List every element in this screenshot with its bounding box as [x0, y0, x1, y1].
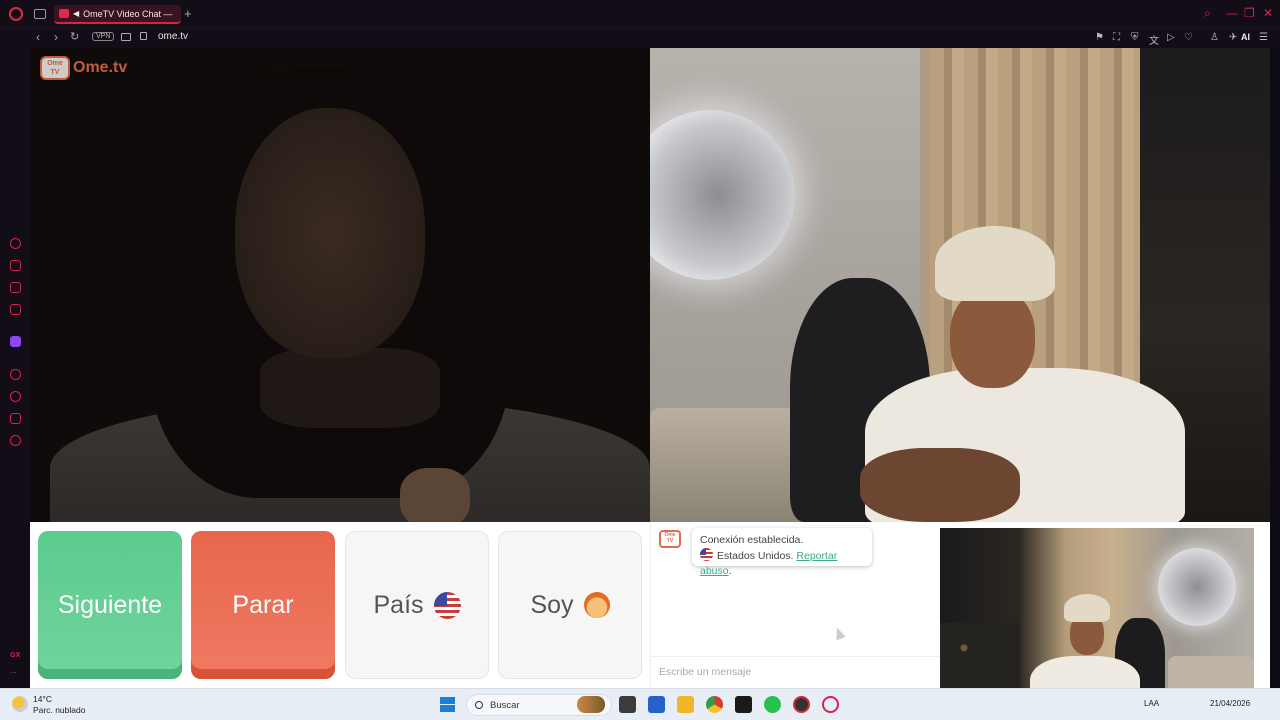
heart-icon[interactable]: ♡	[1184, 32, 1193, 43]
video-person-arm	[860, 448, 1020, 522]
menu-icon[interactable]: ☰	[1259, 32, 1268, 43]
temperature: 14°C	[33, 694, 52, 704]
bird-widget-icon	[577, 696, 605, 713]
translate-icon[interactable]: 文	[1149, 32, 1159, 47]
url-text[interactable]: ome.tv	[158, 31, 188, 42]
windows-taskbar: 14°C Parc. nublado Buscar LAA 21/04/2026	[0, 688, 1280, 720]
new-tab-button[interactable]: +	[184, 6, 192, 21]
browser-titlebar: ◀ OmeTV Video Chat — + ⌕ — ❐ ✕	[0, 0, 1280, 28]
whatsapp-icon[interactable]	[764, 696, 781, 713]
pinboard-icon[interactable]	[10, 413, 21, 424]
partner-country: Estados Unidos. Reportar abuso.	[700, 548, 864, 579]
next-button-label: Siguiente	[57, 590, 163, 619]
settings-icon[interactable]	[10, 435, 21, 446]
tab-ometv[interactable]: ◀ OmeTV Video Chat —	[54, 5, 181, 24]
country-name: Estados Unidos.	[717, 550, 794, 562]
video-neck	[260, 348, 440, 428]
connection-status: Conexión establecida.	[700, 534, 804, 546]
address-bar: ‹ › ↻ VPN ome.tv ⚑ ⛶ ⛨ 文 ▷ ♡ ♙ ✈ AI ☰	[0, 28, 1280, 48]
gx-corner-icon[interactable]	[10, 304, 21, 315]
ometv-tv-icon: Ome TV	[40, 56, 70, 80]
reload-icon[interactable]: ↻	[70, 30, 79, 43]
weather-widget[interactable]: 14°C Parc. nublado	[33, 694, 85, 716]
report-suffix: .	[728, 565, 732, 577]
task-view-icon[interactable]	[619, 696, 636, 713]
ometv-logo: Ome TV Ome.tv	[40, 56, 127, 80]
mouse-cursor-icon	[832, 625, 846, 641]
restore-icon[interactable]: ❐	[1244, 6, 1255, 20]
gx-label[interactable]: GX	[10, 652, 20, 659]
own-video-large	[650, 48, 1270, 522]
forward-icon[interactable]: ›	[54, 30, 58, 44]
ometv-wordmark: Ome.tv	[73, 59, 128, 76]
sidebar: GX ···	[0, 48, 30, 688]
adblock-icon[interactable]: ⛨	[1131, 32, 1139, 43]
speed-dial-icon[interactable]	[10, 238, 21, 249]
video-person-cap	[935, 226, 1055, 301]
system-message: Conexión establecida. Estados Unidos. Re…	[692, 528, 872, 577]
gx-control-icon[interactable]	[10, 260, 21, 271]
chat-ometv-icon: Ome TV	[659, 530, 681, 548]
chat-panel: Ome TV Conexión establecida. Estados Uni…	[650, 522, 941, 688]
boy-emoji-icon	[583, 592, 610, 618]
app-notify-icon[interactable]	[793, 696, 810, 713]
message-input[interactable]: Escribe un mensaje	[651, 656, 941, 688]
country-button[interactable]: País	[345, 531, 489, 679]
profile-icon[interactable]: ♙	[1210, 32, 1219, 43]
snapshot-icon[interactable]: ⛶	[1113, 32, 1120, 43]
windows-start-icon[interactable]	[440, 697, 455, 712]
gender-button[interactable]: Soy	[498, 531, 642, 679]
stop-button[interactable]: Parar	[191, 531, 335, 679]
speaker-icon[interactable]: ◀	[73, 9, 79, 18]
more-sidebar-icon[interactable]: ···	[10, 670, 17, 677]
camera-icon[interactable]	[121, 33, 131, 41]
bookmark-icon[interactable]: ⚑	[1095, 32, 1104, 43]
app-a-icon[interactable]	[735, 696, 752, 713]
search-tabs-icon[interactable]: ⌕	[1204, 6, 1211, 21]
ometv-page: Ome TV Ome.tv Siguiente Parar País Soy O…	[30, 48, 1270, 706]
stop-button-label: Parar	[232, 590, 294, 619]
video-shirt-print	[400, 468, 470, 522]
control-panel: Siguiente Parar País Soy	[30, 522, 650, 688]
minimize-icon[interactable]: —	[1226, 6, 1238, 20]
gender-button-label: Soy	[530, 590, 574, 619]
clock-date[interactable]: 21/04/2026	[1210, 699, 1250, 708]
vpn-badge[interactable]: VPN	[92, 32, 115, 41]
tab-switcher-icon[interactable]	[34, 9, 46, 19]
play-icon[interactable]: ▷	[1167, 32, 1175, 43]
history-icon[interactable]	[10, 391, 21, 402]
chrome-icon[interactable]	[706, 696, 723, 713]
lock-icon[interactable]	[140, 32, 147, 40]
aria-icon[interactable]: ✈	[1229, 32, 1237, 43]
weather-description: Parc. nublado	[33, 705, 86, 715]
store-icon[interactable]	[648, 696, 665, 713]
country-button-label: País	[373, 590, 424, 619]
us-flag-small-icon	[700, 548, 713, 561]
ai-label[interactable]: AI	[1241, 32, 1250, 42]
video-face	[235, 108, 425, 358]
weather-icon[interactable]	[12, 696, 28, 712]
opera-gx-taskbar-icon[interactable]	[822, 696, 839, 713]
tab-title: OmeTV Video Chat —	[83, 8, 173, 19]
next-button[interactable]: Siguiente	[38, 531, 182, 679]
opera-gx-logo-icon[interactable]	[9, 7, 23, 21]
player-icon[interactable]	[10, 369, 21, 380]
selfview-person-cap	[1064, 594, 1110, 622]
self-view-video	[940, 528, 1254, 706]
selfview-moon-lamp	[1158, 548, 1236, 626]
file-explorer-icon[interactable]	[677, 696, 694, 713]
close-icon[interactable]: ✕	[1263, 6, 1273, 20]
back-icon[interactable]: ‹	[36, 30, 40, 44]
video-person-head	[950, 288, 1035, 388]
search-label: Buscar	[490, 700, 520, 711]
ometv-favicon-icon	[59, 9, 69, 18]
us-flag-icon	[433, 591, 461, 619]
stranger-video: Ome TV Ome.tv	[30, 48, 650, 522]
language-indicator[interactable]: LAA	[1144, 699, 1159, 708]
twitch-icon[interactable]	[10, 336, 21, 347]
search-icon	[475, 701, 483, 709]
messenger-icon[interactable]	[10, 282, 21, 293]
